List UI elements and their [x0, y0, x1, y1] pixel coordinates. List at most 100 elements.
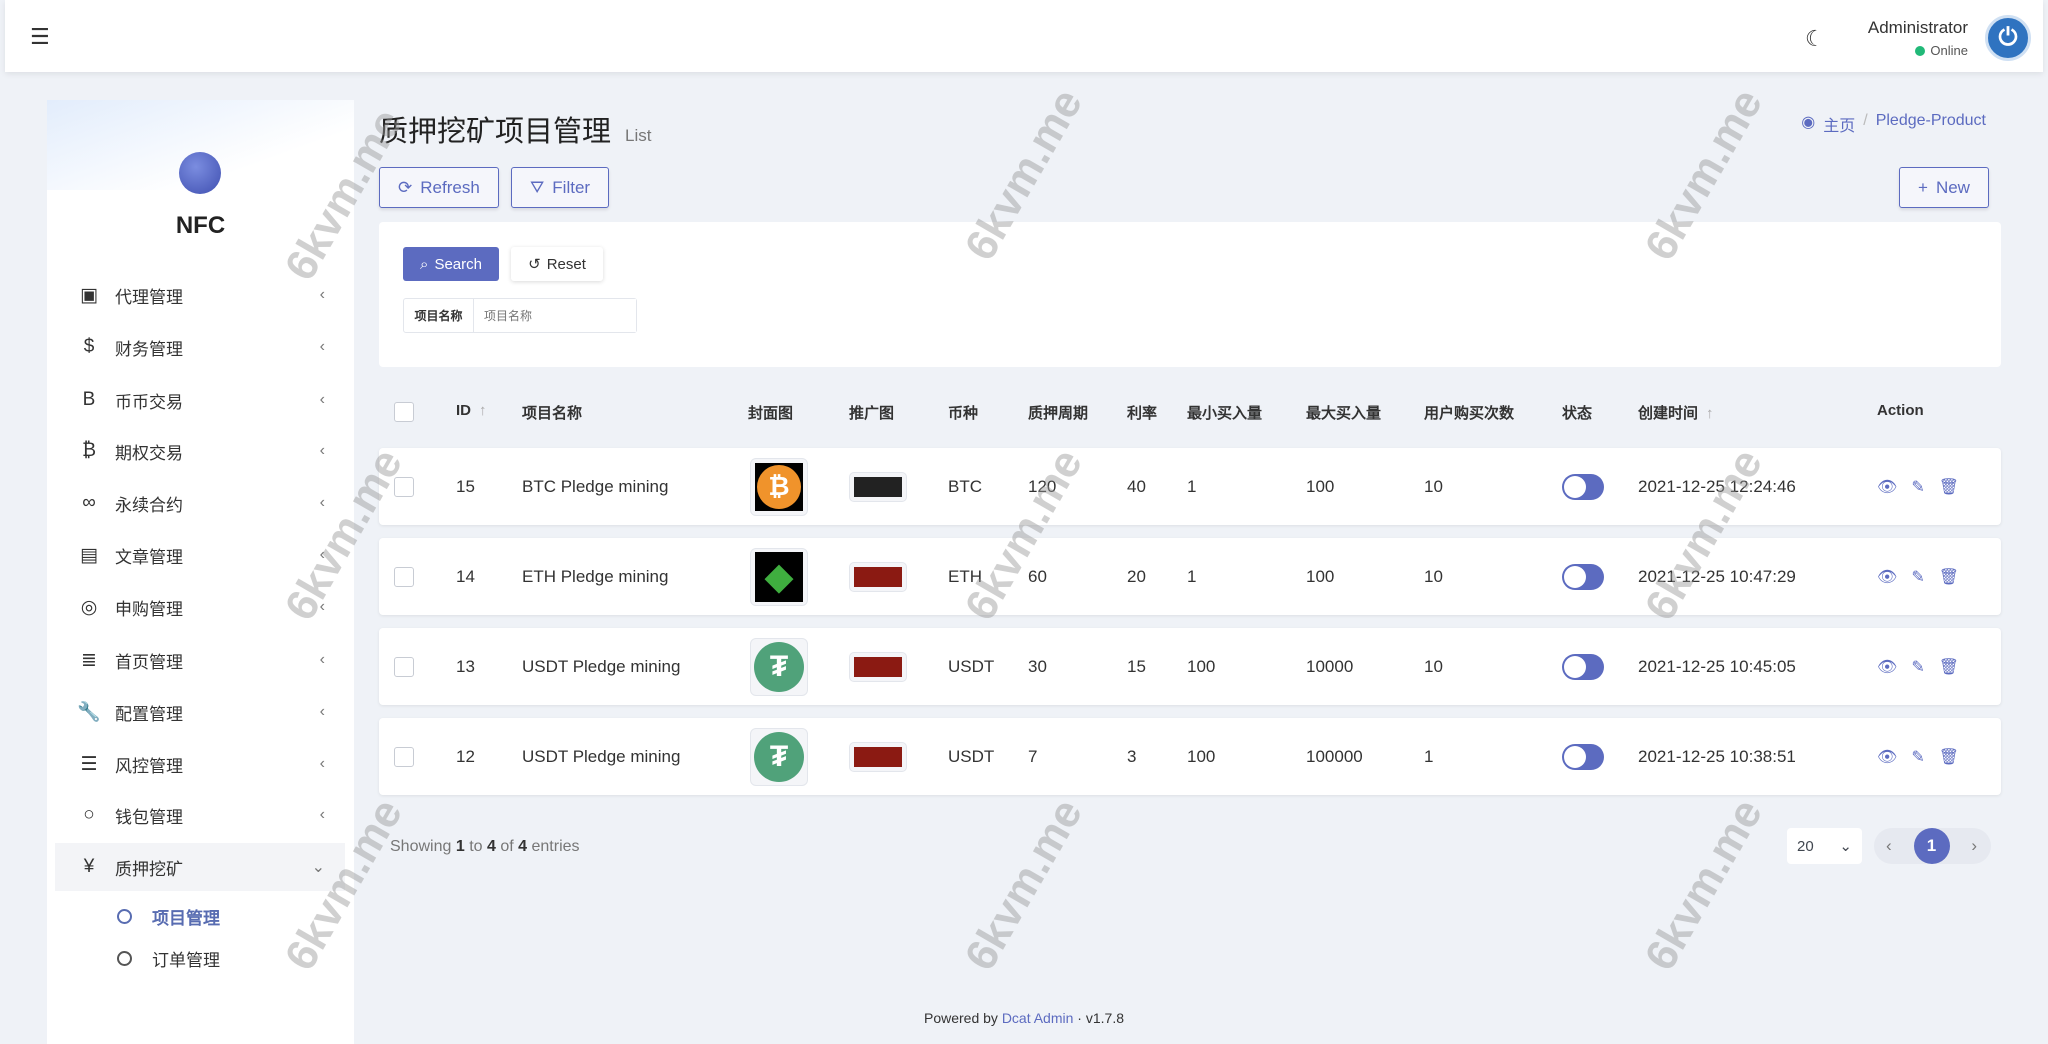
sort-icon[interactable]: ↑: [1706, 405, 1714, 422]
dcat-admin-link[interactable]: Dcat Admin: [1002, 1010, 1074, 1026]
hamburger-menu-icon[interactable]: ☰: [30, 24, 50, 50]
new-button[interactable]: +New: [1899, 167, 1989, 208]
dark-mode-moon-icon[interactable]: ☾: [1805, 26, 1825, 52]
btc-cover-image[interactable]: ₿: [750, 458, 808, 516]
project-name-input[interactable]: [474, 299, 636, 332]
b-icon: B: [75, 389, 103, 411]
column-header: Action: [1877, 402, 1924, 419]
edit-pencil-icon[interactable]: ✎: [1911, 747, 1924, 767]
chevron-left-icon: ‹: [320, 703, 325, 721]
prev-page-button[interactable]: ‹: [1886, 836, 1892, 856]
promo-image[interactable]: [849, 742, 907, 772]
chevron-left-icon: ‹: [320, 338, 325, 356]
cell-max: 10000: [1306, 628, 1353, 705]
sidebar-item-6[interactable]: ◎申购管理‹: [55, 583, 345, 631]
dashboard-icon: ◉: [1801, 112, 1815, 136]
user-status: Online: [1915, 43, 1968, 58]
undo-icon: ↺: [528, 255, 541, 273]
column-header: 项目名称: [522, 402, 582, 423]
sidebar-item-7[interactable]: ≣首页管理‹: [55, 636, 345, 684]
sidebar-item-1[interactable]: $财务管理‹: [55, 323, 345, 371]
page-header: 质押挖矿项目管理 List: [379, 108, 651, 150]
column-header: 币种: [948, 402, 978, 423]
online-dot-icon: [1915, 46, 1925, 56]
per-page-value: 20: [1797, 838, 1814, 855]
new-label: New: [1936, 178, 1970, 198]
edit-pencil-icon[interactable]: ✎: [1911, 567, 1924, 587]
sidebar-item-2[interactable]: B币币交易‹: [55, 376, 345, 424]
usdt-cover-image[interactable]: ₮: [750, 638, 808, 696]
avatar[interactable]: ⏻: [1985, 15, 2031, 61]
filter-button[interactable]: ⛛Filter: [511, 167, 609, 208]
reset-button[interactable]: ↺Reset: [511, 247, 603, 281]
brand-logo-icon: [179, 152, 221, 194]
delete-trash-icon[interactable]: 🗑: [1939, 747, 1959, 767]
newspaper-icon: ▤: [75, 544, 103, 567]
search-button[interactable]: ⌕Search: [403, 247, 499, 281]
table-row: 15 BTC Pledge mining ₿ BTC 120 40 1 100 …: [379, 448, 2001, 525]
watermark: 6kvm.me: [1635, 791, 1772, 979]
sidebar-item-11[interactable]: ¥质押挖矿⌄: [55, 843, 345, 891]
row-checkbox[interactable]: [394, 477, 414, 497]
sidebar-item-4[interactable]: ∞永续合约‹: [55, 479, 345, 527]
sidebar-item-10[interactable]: ○钱包管理‹: [55, 791, 345, 839]
page-1-button[interactable]: 1: [1914, 828, 1950, 864]
edit-pencil-icon[interactable]: ✎: [1911, 477, 1924, 497]
sort-icon[interactable]: ↑: [479, 402, 487, 419]
column-header[interactable]: ID↑: [456, 402, 487, 419]
cell-period: 30: [1028, 628, 1047, 705]
promo-image[interactable]: [849, 472, 907, 502]
usdt-cover-image[interactable]: ₮: [750, 728, 808, 786]
sidebar-item-label: 首页管理: [115, 648, 183, 673]
sidebar-sub-order-management[interactable]: 订单管理: [117, 946, 220, 971]
row-checkbox[interactable]: [394, 657, 414, 677]
table-row: 12 USDT Pledge mining ₮ USDT 7 3 100 100…: [379, 718, 2001, 795]
sidebar-item-8[interactable]: 🔧配置管理‹: [55, 688, 345, 736]
edit-pencil-icon[interactable]: ✎: [1911, 657, 1924, 677]
delete-trash-icon[interactable]: 🗑: [1939, 567, 1959, 587]
cell-count: 10: [1424, 628, 1443, 705]
sidebar-sub-project-management[interactable]: 项目管理: [117, 904, 220, 929]
sidebar-item-label: 质押挖矿: [115, 855, 183, 880]
status-toggle[interactable]: [1562, 654, 1604, 680]
promo-image[interactable]: [849, 652, 907, 682]
footer: Powered by Dcat Admin · v1.7.8: [0, 1010, 2048, 1026]
filter-panel: ⌕Search ↺Reset 项目名称: [379, 222, 2001, 367]
sidebar-item-label: 申购管理: [115, 595, 183, 620]
column-header: 利率: [1127, 402, 1157, 423]
table-row: 13 USDT Pledge mining ₮ USDT 30 15 100 1…: [379, 628, 2001, 705]
breadcrumb-home[interactable]: 主页: [1823, 112, 1855, 136]
select-all-checkbox[interactable]: [394, 402, 414, 422]
user-name[interactable]: Administrator: [1868, 18, 1968, 38]
status-text: Online: [1930, 43, 1968, 58]
next-page-button[interactable]: ›: [1971, 836, 1977, 856]
sidebar-item-3[interactable]: ₿期权交易‹: [55, 427, 345, 475]
cell-id: 14: [456, 538, 475, 615]
view-eye-icon[interactable]: 👁: [1877, 657, 1897, 677]
page-subtitle: List: [625, 126, 651, 146]
eth-cover-image[interactable]: ◆: [750, 548, 808, 606]
sidebar-item-9[interactable]: ☰风控管理‹: [55, 740, 345, 788]
promo-image[interactable]: [849, 562, 907, 592]
view-eye-icon[interactable]: 👁: [1877, 567, 1897, 587]
cell-created: 2021-12-25 10:45:05: [1638, 628, 1796, 705]
sidebar-item-0[interactable]: ▣代理管理‹: [55, 271, 345, 319]
status-toggle[interactable]: [1562, 564, 1604, 590]
sidebar-item-label: 期权交易: [115, 439, 183, 464]
view-eye-icon[interactable]: 👁: [1877, 747, 1897, 767]
cell-name: USDT Pledge mining: [522, 628, 680, 705]
delete-trash-icon[interactable]: 🗑: [1939, 657, 1959, 677]
cell-count: 10: [1424, 448, 1443, 525]
status-toggle[interactable]: [1562, 744, 1604, 770]
refresh-icon: ⟳: [398, 178, 412, 198]
per-page-select[interactable]: 20⌄: [1787, 828, 1862, 864]
refresh-button[interactable]: ⟳Refresh: [379, 167, 499, 208]
view-eye-icon[interactable]: 👁: [1877, 477, 1897, 497]
delete-trash-icon[interactable]: 🗑: [1939, 477, 1959, 497]
sidebar-item-5[interactable]: ▤文章管理‹: [55, 531, 345, 579]
sidebar-item-label: 文章管理: [115, 543, 183, 568]
status-toggle[interactable]: [1562, 474, 1604, 500]
column-header[interactable]: 创建时间↑: [1638, 402, 1714, 423]
row-checkbox[interactable]: [394, 747, 414, 767]
row-checkbox[interactable]: [394, 567, 414, 587]
